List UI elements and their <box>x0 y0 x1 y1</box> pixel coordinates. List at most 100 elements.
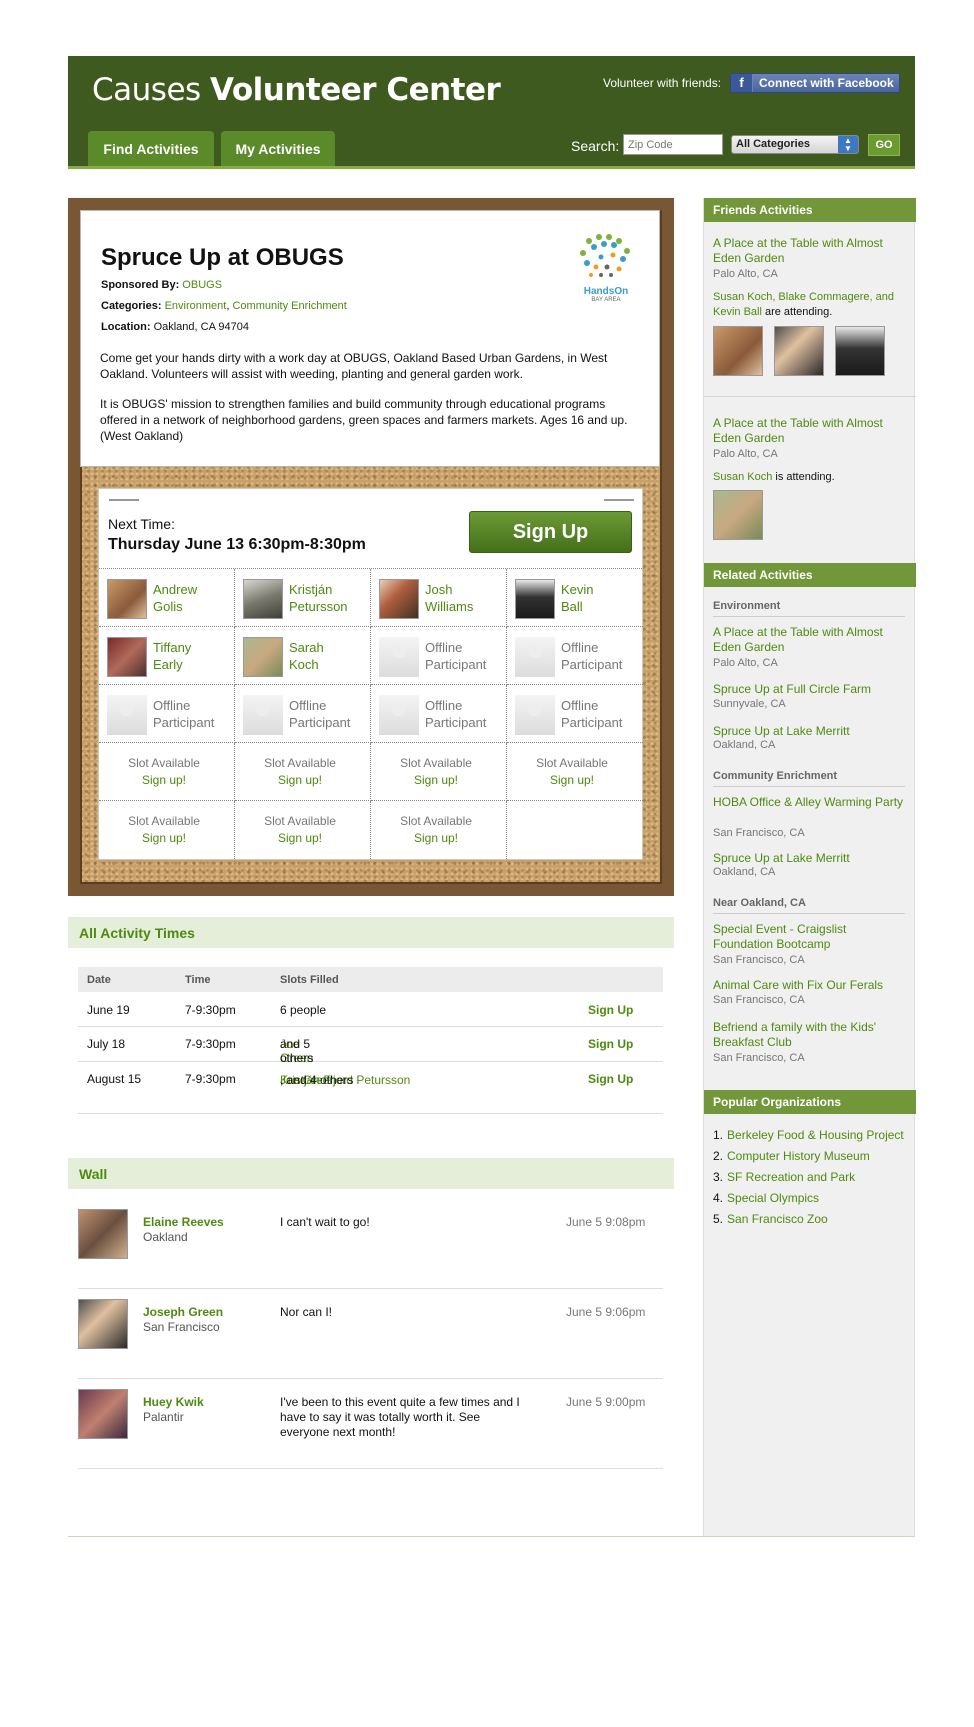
category-select[interactable]: All Categories ▲ ▼ <box>731 135 859 154</box>
related-activity-link[interactable]: A Place at the Table with Almost Eden Ga… <box>713 625 908 655</box>
slot-sign-up-link[interactable]: Sign up! <box>142 773 186 787</box>
connect-facebook-label: Connect with Facebook <box>759 76 894 90</box>
participant-cell[interactable]: Sarah Koch <box>235 627 371 685</box>
friend-activity-link[interactable]: A Place at the Table with Almost Eden Ga… <box>713 236 908 266</box>
avatar[interactable] <box>713 326 763 376</box>
event-description-2: It is OBUGS' mission to strengthen famil… <box>100 397 628 443</box>
event-sponsor-line: Sponsored By: OBUGS <box>101 279 222 291</box>
avatar[interactable] <box>107 579 147 619</box>
slot-available-text: Slot Available <box>128 756 200 770</box>
participant-name[interactable]: Tiffany Early <box>153 639 233 673</box>
related-activity-link[interactable]: Spruce Up at Lake Merritt <box>713 851 908 866</box>
event-location-line: Location: Oakland, CA 94704 <box>101 321 249 333</box>
avatar[interactable] <box>78 1299 128 1349</box>
pin-decoration <box>604 499 634 501</box>
related-activity-link[interactable]: HOBA Office & Alley Warming Party <box>713 795 908 810</box>
tab-my-activities[interactable]: My Activities <box>221 131 335 166</box>
related-activity-link[interactable]: Befriend a family with the Kids' Breakfa… <box>713 1020 908 1050</box>
organization-link[interactable]: San Francisco Zoo <box>727 1212 828 1226</box>
participant-name[interactable]: Andrew Golis <box>153 581 233 615</box>
row-sign-up-link[interactable]: Sign Up <box>588 1037 633 1051</box>
avatar[interactable] <box>379 579 419 619</box>
post-author-link[interactable]: Elaine Reeves <box>143 1215 224 1229</box>
avatar[interactable] <box>78 1389 128 1439</box>
related-activity-link[interactable]: Spruce Up at Lake Merritt <box>713 724 908 739</box>
participant-cell[interactable]: Andrew Golis <box>99 569 235 627</box>
related-activity-location: San Francisco, CA <box>713 827 805 839</box>
row-sign-up-link[interactable]: Sign Up <box>588 1003 633 1017</box>
category-link-community-enrichment[interactable]: Community Enrichment <box>232 300 346 312</box>
volunteer-with-friends-label: Volunteer with friends: <box>603 76 722 90</box>
organization-item: 4. Special Olympics <box>713 1191 820 1205</box>
sign-up-button[interactable]: Sign Up <box>469 511 632 553</box>
participant-name[interactable]: Sarah Koch <box>289 639 369 673</box>
participant-cell[interactable]: Kristján Petursson <box>235 569 371 627</box>
slot-sign-up-link[interactable]: Sign up! <box>142 831 186 845</box>
row-sign-up-link[interactable]: Sign Up <box>588 1072 633 1086</box>
participant-grid: Andrew Golis Kristján Petursson Josh Willia… <box>99 568 644 859</box>
participant-name[interactable]: Kristján Petursson <box>289 581 369 615</box>
go-button[interactable]: GO <box>868 134 900 156</box>
offline-participant-cell: Offline Participant <box>507 685 643 743</box>
friends-activities-heading: Friends Activities <box>704 198 916 222</box>
slot-sign-up-link[interactable]: Sign up! <box>414 831 458 845</box>
related-activity-link[interactable]: Special Event - Craigslist Foundation Bo… <box>713 922 908 952</box>
corkboard: Spruce Up at OBUGS Sponsored By: OBUGS C… <box>68 198 674 896</box>
slot-sign-up-link[interactable]: Sign up! <box>550 773 594 787</box>
friend-attendees: Susan Koch is attending. <box>713 471 835 483</box>
table-row: June 19 7-9:30pm 6 people Sign Up <box>78 992 663 1027</box>
avatar[interactable] <box>515 579 555 619</box>
post-author-link[interactable]: Huey Kwik <box>143 1395 204 1409</box>
slot-sign-up-link[interactable]: Sign up! <box>278 773 322 787</box>
placeholder-avatar-icon <box>379 695 419 735</box>
friend-names-link[interactable]: Susan Koch <box>713 471 772 483</box>
related-activity-link[interactable]: Animal Care with Fix Our Ferals <box>713 978 908 993</box>
post-author-location: Oakland <box>143 1230 188 1244</box>
related-activity-link[interactable]: Spruce Up at Full Circle Farm <box>713 682 908 697</box>
slot-cell: Slot Available Sign up! <box>371 743 507 801</box>
slot-cell: Slot Available Sign up! <box>235 743 371 801</box>
slot-available-text: Slot Available <box>264 756 336 770</box>
handson-logo: HandsOn BAY AREA <box>571 231 641 306</box>
participant-name: Offline Participant <box>289 698 351 730</box>
participant-cell[interactable]: Josh Williams <box>371 569 507 627</box>
avatar[interactable] <box>774 326 824 376</box>
related-activity-location: San Francisco, CA <box>713 954 805 966</box>
sponsor-link[interactable]: OBUGS <box>182 279 222 291</box>
category-link-environment[interactable]: Environment <box>165 300 227 312</box>
avatar[interactable] <box>243 579 283 619</box>
row-date: July 18 <box>87 1037 126 1051</box>
participant-cell[interactable]: Tiffany Early <box>99 627 235 685</box>
search-label: Search: <box>571 138 620 154</box>
avatar[interactable] <box>835 326 885 376</box>
footer-divider <box>68 1536 915 1537</box>
slot-sign-up-link[interactable]: Sign up! <box>414 773 458 787</box>
avatar[interactable] <box>713 490 763 540</box>
connect-facebook-button[interactable]: f Connect with Facebook <box>730 73 900 93</box>
participant-name[interactable]: Josh Williams <box>425 581 505 615</box>
participant-name: Offline Participant <box>153 698 215 730</box>
slot-available-text: Slot Available <box>400 756 472 770</box>
avatar[interactable] <box>243 637 283 677</box>
participant-cell[interactable]: Kevin Ball <box>507 569 643 627</box>
post-author-link[interactable]: Joseph Green <box>143 1305 223 1319</box>
friend-activity-link[interactable]: A Place at the Table with Almost Eden Ga… <box>713 416 908 446</box>
placeholder-avatar-icon <box>243 695 283 735</box>
organization-link[interactable]: SF Recreation and Park <box>727 1170 855 1184</box>
organization-link[interactable]: Computer History Museum <box>727 1149 870 1163</box>
wall-post: Elaine Reeves Oakland I can't wait to go… <box>78 1199 663 1289</box>
participant-name[interactable]: Kevin Ball <box>561 581 641 615</box>
tab-find-activities[interactable]: Find Activities <box>88 131 214 166</box>
post-timestamp: June 5 9:08pm <box>566 1215 646 1229</box>
categories-label: Categories: <box>101 300 162 312</box>
organization-link[interactable]: Special Olympics <box>727 1191 819 1205</box>
organization-link[interactable]: Berkeley Food & Housing Project <box>727 1128 904 1142</box>
avatar[interactable] <box>107 637 147 677</box>
post-message: I can't wait to go! <box>280 1215 370 1229</box>
avatar[interactable] <box>78 1209 128 1259</box>
slot-sign-up-link[interactable]: Sign up! <box>278 831 322 845</box>
site-logo[interactable]: Causes Volunteer Center <box>92 72 501 108</box>
event-card: Spruce Up at OBUGS Sponsored By: OBUGS C… <box>80 210 660 467</box>
column-time: Time <box>185 974 211 986</box>
zip-code-input[interactable] <box>623 134 723 155</box>
